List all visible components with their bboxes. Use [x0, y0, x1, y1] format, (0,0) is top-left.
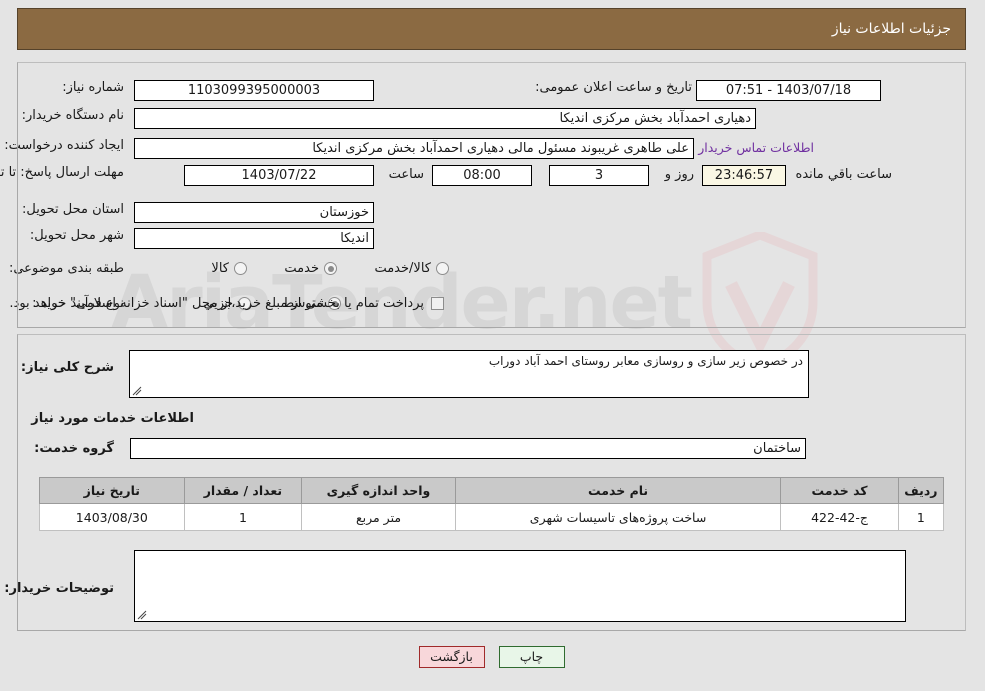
print-button[interactable]: چاپ — [499, 646, 566, 668]
need-info-panel — [18, 62, 967, 328]
table-header-row: ردیف کد خدمت نام خدمت واحد اندازه گیری ت… — [40, 477, 946, 504]
table-col-name: نام خدمت — [455, 477, 783, 504]
cell-service-code: ج-42-422 — [781, 503, 900, 531]
cell-row-no: 1 — [898, 503, 946, 531]
cell-unit: متر مربع — [302, 503, 457, 531]
table-col-quantity: تعداد / مقدار — [184, 477, 304, 504]
back-button[interactable]: بازگشت — [419, 646, 486, 668]
table-col-code: کد خدمت — [781, 477, 900, 504]
services-table: ردیف کد خدمت نام خدمت واحد اندازه گیری ت… — [40, 477, 946, 531]
table-col-row-no: ردیف — [898, 477, 946, 504]
cell-need-date: 1403/08/30 — [40, 503, 186, 531]
table-col-date: تاریخ نیاز — [40, 477, 186, 504]
cell-service-name: ساخت پروژه‌های تاسیسات شهری — [455, 503, 783, 531]
table-row: 1 ج-42-422 ساخت پروژه‌های تاسیسات شهری م… — [40, 503, 946, 531]
cell-quantity: 1 — [184, 503, 304, 531]
page-header: جزئیات اطلاعات نیاز — [18, 8, 967, 50]
footer-button-row: چاپ بازگشت — [0, 646, 985, 668]
page-title: جزئیات اطلاعات نیاز — [832, 21, 952, 37]
services-table-wrap: ردیف کد خدمت نام خدمت واحد اندازه گیری ت… — [40, 477, 946, 531]
table-col-unit: واحد اندازه گیری — [302, 477, 457, 504]
